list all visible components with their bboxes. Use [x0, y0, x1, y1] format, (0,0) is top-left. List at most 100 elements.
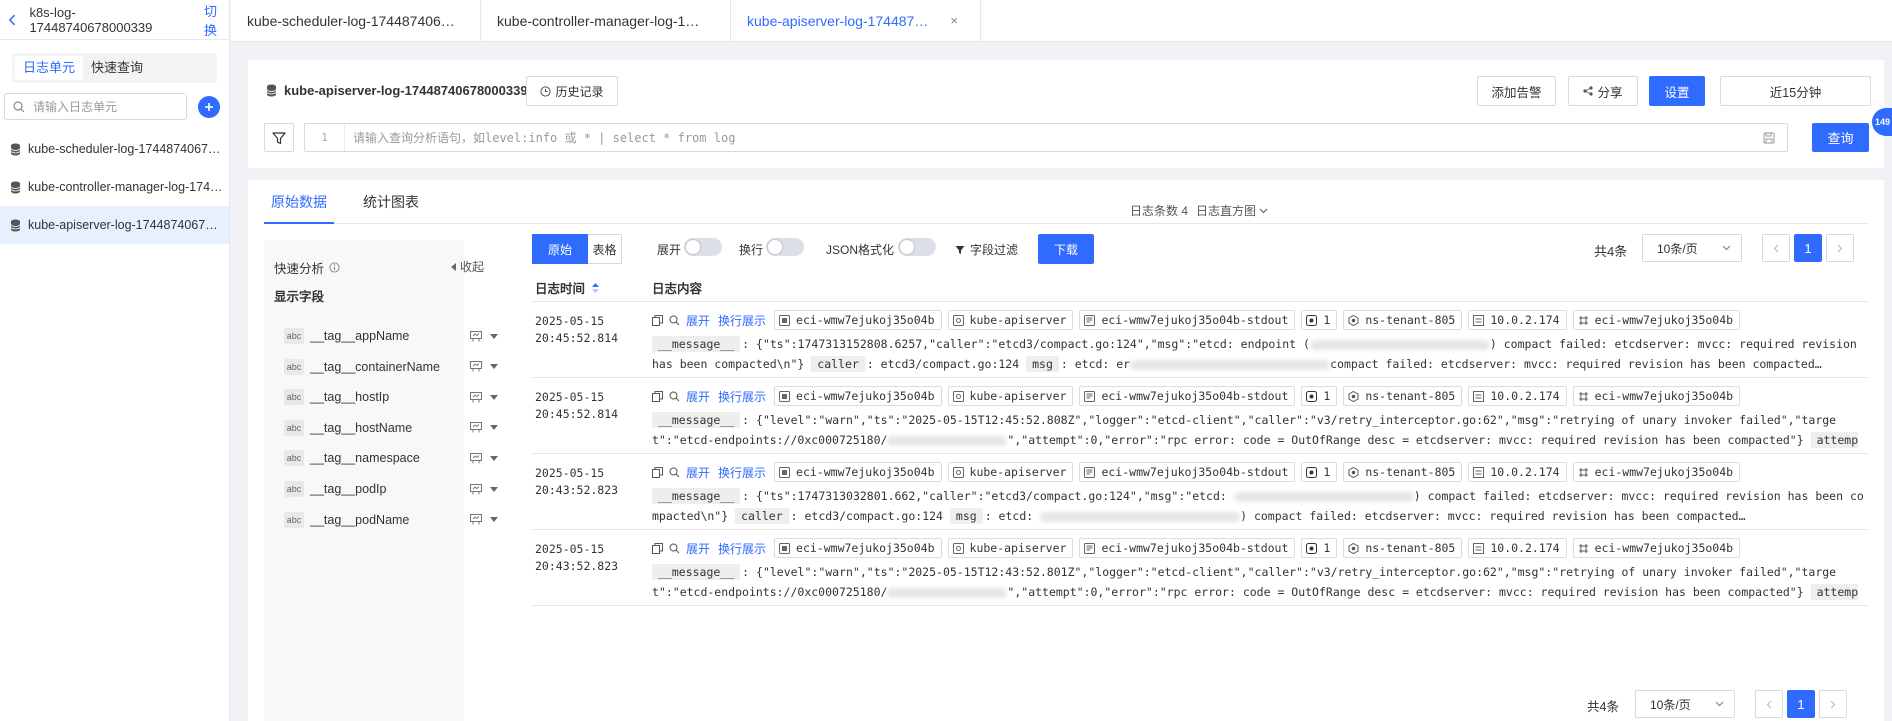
page-size-select[interactable]: 10条/页: [1642, 234, 1742, 262]
page-number-button[interactable]: 1: [1787, 690, 1815, 718]
field-name: __tag__namespace: [310, 451, 420, 466]
tab-log-units[interactable]: 日志单元: [15, 56, 84, 80]
chart-icon[interactable]: [470, 330, 482, 342]
message-text: ) compact failed: etcdserver: mvcc: requ…: [1413, 489, 1802, 503]
tab-kube-scheduler[interactable]: kube-scheduler-log-174487406…: [231, 0, 481, 41]
settings-button[interactable]: 设置: [1649, 76, 1705, 106]
caret-down-icon[interactable]: [490, 394, 498, 400]
histogram-toggle[interactable]: 日志直方图: [1196, 202, 1268, 219]
tag-pod-ip: 10.0.2.174: [1468, 538, 1567, 558]
chart-icon[interactable]: [470, 361, 482, 372]
json-format-toggle[interactable]: [898, 238, 936, 256]
expand-link[interactable]: 展开: [686, 464, 710, 481]
wrap-display-link[interactable]: 换行展示: [718, 312, 766, 329]
field-row[interactable]: abc __tag__containerName: [284, 357, 506, 377]
copy-icon[interactable]: [652, 466, 663, 478]
wrap-display-link[interactable]: 换行展示: [718, 464, 766, 481]
back-arrow-icon[interactable]: [6, 13, 19, 27]
expand-toggle[interactable]: [684, 238, 722, 256]
field-row[interactable]: abc __tag__hostIp: [284, 387, 506, 407]
add-alert-button[interactable]: 添加告警: [1477, 76, 1556, 106]
save-query-icon[interactable]: [1763, 132, 1787, 144]
wrap-toggle[interactable]: [766, 238, 804, 256]
chart-icon[interactable]: [470, 452, 482, 464]
pod-icon: [1578, 391, 1595, 402]
search-context-icon[interactable]: [669, 391, 680, 402]
caret-down-icon[interactable]: [490, 455, 498, 461]
switch-project-link[interactable]: 切换: [204, 1, 229, 39]
query-input[interactable]: [345, 130, 1763, 145]
share-button[interactable]: 分享: [1568, 76, 1638, 106]
next-page-button[interactable]: [1826, 234, 1854, 262]
tag-host-ip: 1: [1301, 386, 1338, 406]
app-icon: [952, 314, 970, 326]
caret-down-icon[interactable]: [490, 364, 498, 370]
prev-page-button[interactable]: [1762, 234, 1790, 262]
next-page-button[interactable]: [1819, 690, 1847, 718]
field-panel: 快速分析 收起 显示字段 abc __tag__appName abc __tag__…: [264, 240, 498, 721]
chart-icon[interactable]: [470, 422, 482, 433]
collapse-button[interactable]: 收起: [450, 258, 484, 275]
caret-down-icon[interactable]: [490, 486, 498, 492]
log-date: 2025-05-15: [535, 314, 605, 328]
field-filter-button[interactable]: 字段过滤: [955, 241, 1018, 258]
expand-link[interactable]: 展开: [686, 388, 710, 405]
copy-icon[interactable]: [652, 390, 663, 402]
tag-value: 1: [1323, 465, 1331, 479]
close-tab-icon[interactable]: ×: [950, 13, 958, 28]
history-button[interactable]: 历史记录: [526, 76, 618, 106]
field-row[interactable]: abc __tag__podIp: [284, 479, 506, 499]
field-row[interactable]: abc __tag__podName: [284, 510, 506, 530]
query-button[interactable]: 查询: [1812, 123, 1869, 152]
copy-icon[interactable]: [652, 542, 663, 554]
sort-icon[interactable]: [591, 282, 600, 294]
tab-kube-controller-manager[interactable]: kube-controller-manager-log-1…: [481, 0, 731, 41]
add-unit-button[interactable]: [198, 95, 220, 118]
unit-item-apiserver[interactable]: kube-apiserver-log-1744874067…: [0, 206, 229, 244]
copy-icon[interactable]: [652, 314, 663, 326]
tag-value: eci-wmw7ejukoj35o04b-stdout: [1101, 389, 1289, 403]
unit-search-input[interactable]: [33, 99, 183, 114]
view-table-button[interactable]: 表格: [588, 234, 622, 264]
page-number-button[interactable]: 1: [1794, 234, 1822, 262]
side-float-badge[interactable]: 149: [1872, 108, 1892, 136]
filter-button[interactable]: [264, 123, 294, 152]
field-row[interactable]: abc __tag__appName: [284, 326, 506, 346]
caret-down-icon[interactable]: [490, 517, 498, 523]
caret-down-icon[interactable]: [490, 333, 498, 339]
search-context-icon[interactable]: [669, 543, 680, 554]
field-row[interactable]: abc __tag__hostName: [284, 418, 506, 438]
tab-statistics-chart[interactable]: 统计图表: [356, 180, 426, 224]
time-range-picker[interactable]: 近15分钟: [1720, 76, 1871, 106]
tag-namespace: ns-tenant-805: [1343, 310, 1463, 330]
chart-icon[interactable]: [470, 391, 482, 403]
column-header-time[interactable]: 日志时间: [532, 278, 652, 297]
redacted-text: [1130, 359, 1331, 370]
search-context-icon[interactable]: [669, 467, 680, 478]
chart-icon[interactable]: [470, 483, 482, 495]
host-icon: [1306, 314, 1323, 326]
download-button[interactable]: 下载: [1038, 234, 1094, 264]
unit-item-scheduler[interactable]: kube-scheduler-log-1744874067…: [0, 130, 229, 168]
redacted-text: [887, 587, 1008, 598]
pod-icon: [1578, 543, 1595, 554]
tab-quick-query[interactable]: 快速查询: [83, 56, 151, 80]
caret-down-icon[interactable]: [490, 425, 498, 431]
expand-link[interactable]: 展开: [686, 312, 710, 329]
unit-item-controller-manager[interactable]: kube-controller-manager-log-174…: [0, 168, 229, 206]
wrap-display-link[interactable]: 换行展示: [718, 388, 766, 405]
tab-raw-data[interactable]: 原始数据: [264, 180, 334, 224]
wrap-display-link[interactable]: 换行展示: [718, 540, 766, 557]
search-context-icon[interactable]: [669, 315, 680, 326]
caller-value: : etcd3/compact.go:124: [790, 509, 943, 523]
field-row[interactable]: abc __tag__namespace: [284, 448, 506, 468]
log-date: 2025-05-15: [535, 542, 605, 556]
chart-icon[interactable]: [470, 514, 482, 525]
prev-page-button[interactable]: [1755, 690, 1783, 718]
page-size-select[interactable]: 10条/页: [1635, 690, 1735, 718]
caret-left-icon: [450, 262, 456, 271]
view-raw-button[interactable]: 原始: [532, 234, 588, 264]
tab-kube-apiserver[interactable]: kube-apiserver-log-174487… ×: [731, 0, 981, 41]
tag-value: ns-tenant-805: [1365, 541, 1456, 555]
expand-link[interactable]: 展开: [686, 540, 710, 557]
